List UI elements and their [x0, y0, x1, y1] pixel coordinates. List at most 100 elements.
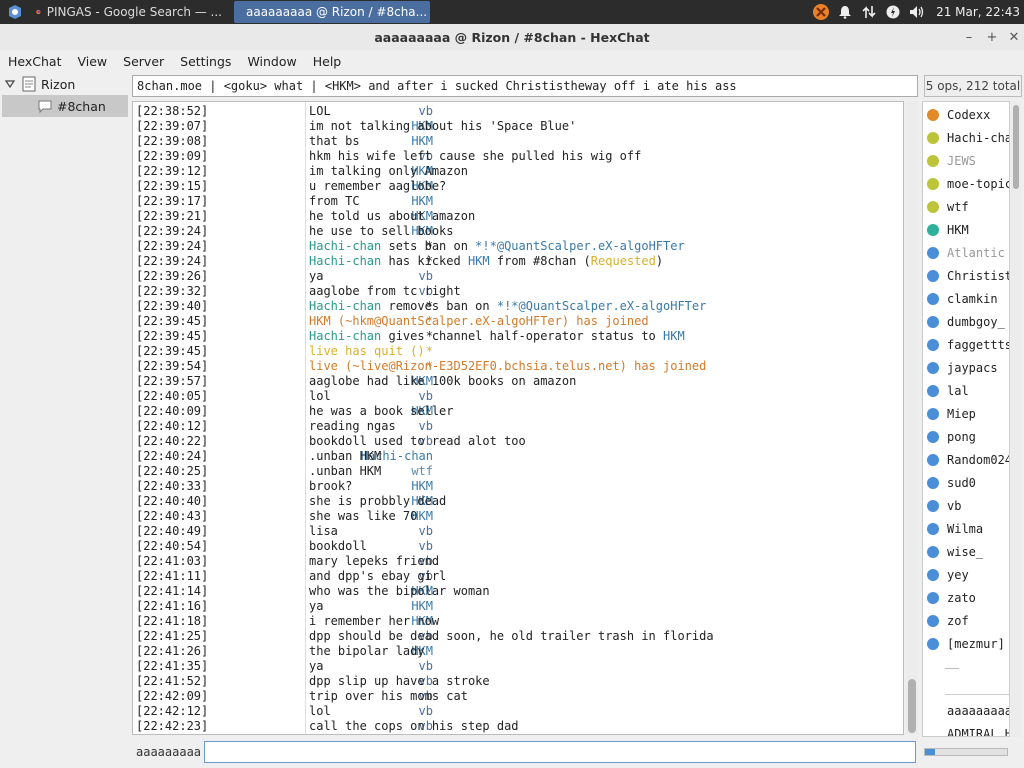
user-list-item[interactable]: clamkin	[923, 287, 1009, 310]
user-list-item[interactable]: zof	[923, 609, 1009, 632]
timestamp: [22:40:24]	[136, 449, 209, 463]
user-nick: JEWS	[947, 153, 976, 168]
userlist-scrollbar[interactable]	[1011, 101, 1021, 737]
user-status-icon	[927, 200, 939, 213]
user-nick: Christist	[947, 268, 1009, 283]
nick[interactable]: vb	[419, 104, 433, 119]
task-firefox[interactable]: PINGAS - Google Search — ...	[30, 1, 228, 23]
chat-scrollbar[interactable]	[906, 101, 918, 735]
timestamp: [22:41:14]	[136, 584, 209, 598]
timestamp: [22:39:24]	[136, 254, 209, 268]
tree-network-label: Rizon	[41, 76, 76, 92]
user-status-icon	[927, 591, 939, 604]
minimize-button[interactable]: –	[958, 24, 980, 50]
nick[interactable]: HKM	[411, 479, 433, 494]
userlist-scrollbar-thumb[interactable]	[1013, 105, 1019, 189]
user-list-item[interactable]: moe-topic	[923, 172, 1009, 195]
chat-line: [22:40:40] HKM she is probbly dead	[133, 494, 903, 509]
user-list-item[interactable]: Wilma	[923, 517, 1009, 540]
user-list-item[interactable]: zato	[923, 586, 1009, 609]
nick[interactable]: HKM	[411, 194, 433, 209]
chat-line: [22:39:26] vb ya	[133, 269, 903, 284]
nick[interactable]: HKM	[411, 599, 433, 614]
user-list-item[interactable]: jaypacs	[923, 356, 1009, 379]
user-list-item[interactable]: wtf	[923, 195, 1009, 218]
message-input[interactable]	[204, 741, 916, 763]
close-button[interactable]: ✕	[1003, 24, 1024, 50]
user-list-item[interactable]: yey	[923, 563, 1009, 586]
menu-help[interactable]: Help	[305, 54, 350, 69]
menu-server[interactable]: Server	[115, 54, 172, 69]
window-titlebar[interactable]: aaaaaaaaa @ Rizon / #8chan - HexChat – +…	[0, 24, 1024, 50]
userlist-button[interactable]: ADMIRAL_H	[947, 727, 1009, 736]
task-hexchat[interactable]: aaaaaaaaa @ Rizon / #8cha...	[234, 1, 430, 23]
user-list-item[interactable]: JEWS	[923, 149, 1009, 172]
nick[interactable]: vb	[419, 269, 433, 284]
clock[interactable]: 21 Mar, 22:43	[936, 5, 1020, 19]
menu-settings[interactable]: Settings	[172, 54, 239, 69]
chat-line: [22:38:52] vb LOL	[133, 104, 903, 119]
bell-icon[interactable]	[836, 3, 854, 21]
user-list[interactable]: Codexx Hachi-cha JEWS moe-topic wtf HKM Atlant…	[922, 101, 1010, 737]
user-status-icon	[927, 338, 939, 351]
nick[interactable]: vb	[419, 539, 433, 554]
timestamp: [22:40:09]	[136, 404, 209, 418]
chat-line: [22:40:49] vb lisa	[133, 524, 903, 539]
power-icon[interactable]	[884, 3, 902, 21]
nick-button[interactable]: aaaaaaaaa	[132, 741, 204, 763]
hexchat-tray-icon[interactable]	[812, 3, 830, 21]
nick[interactable]: vb	[419, 389, 433, 404]
user-list-item[interactable]: pong	[923, 425, 1009, 448]
nick[interactable]: HKM	[411, 134, 433, 149]
menu-view[interactable]: View	[69, 54, 115, 69]
timestamp: [22:40:40]	[136, 494, 209, 508]
nick[interactable]: vb	[419, 419, 433, 434]
user-list-item[interactable]: dumbgoy_	[923, 310, 1009, 333]
nick[interactable]: vb	[419, 524, 433, 539]
topic-bar[interactable]: 8chan.moe | <goku> what | <HKM> and afte…	[132, 75, 918, 97]
user-list-item[interactable]: vb	[923, 494, 1009, 517]
user-list-item[interactable]: [mezmur]	[923, 632, 1009, 655]
message-text: she is probbly dead	[309, 494, 447, 508]
taskbar: PINGAS - Google Search — ... aaaaaaaaa @…	[0, 0, 1024, 24]
chat-line: [22:39:40] * Hachi-chan removes ban on *!*…	[133, 299, 903, 314]
tree-network-rizon[interactable]: Rizon	[2, 73, 128, 95]
system-tray: 21 Mar, 22:43	[812, 0, 1024, 24]
maximize-button[interactable]: +	[981, 24, 1003, 50]
network-icon[interactable]	[860, 3, 878, 21]
user-list-item[interactable]: sud0	[923, 471, 1009, 494]
nick[interactable]: vb	[419, 659, 433, 674]
nick[interactable]: vb	[419, 704, 433, 719]
user-list-item[interactable]: Random024	[923, 448, 1009, 471]
user-list-item[interactable]: Atlantic	[923, 241, 1009, 264]
message-text: bookdoll used to read alot too	[309, 434, 526, 448]
menu-window[interactable]: Window	[239, 54, 304, 69]
volume-icon[interactable]	[908, 3, 926, 21]
user-list-item[interactable]: Miep	[923, 402, 1009, 425]
app-menu-icon[interactable]	[0, 0, 30, 24]
chat-scrollbar-thumb[interactable]	[908, 679, 916, 733]
user-status-icon	[927, 108, 939, 121]
tree-channel-8chan[interactable]: #8chan	[2, 95, 128, 117]
user-list-item[interactable]: lal	[923, 379, 1009, 402]
user-list-item[interactable]: Hachi-cha	[923, 126, 1009, 149]
nick[interactable]: wtf	[411, 464, 433, 479]
user-list-item[interactable]: faggettts	[923, 333, 1009, 356]
user-nick: clamkin	[947, 291, 998, 306]
user-list-item[interactable]: HKM	[923, 218, 1009, 241]
user-nick: yey	[947, 567, 969, 582]
chat-line: [22:39:07] HKM im not talking about his 'S…	[133, 119, 903, 134]
message-text: .unban HKM	[309, 464, 382, 478]
chat-buffer[interactable]: [22:38:52] vb LOL [22:39:07] HKM im not talki…	[132, 101, 904, 735]
user-list-item[interactable]: Christist	[923, 264, 1009, 287]
user-list-item[interactable]: Codexx	[923, 103, 1009, 126]
timestamp: [22:40:22]	[136, 434, 209, 448]
collapse-arrow-icon[interactable]	[4, 78, 16, 90]
user-list-item[interactable]: wise_	[923, 540, 1009, 563]
menu-hexchat[interactable]: HexChat	[0, 54, 69, 69]
nick[interactable]: *	[426, 344, 433, 359]
timestamp: [22:39:07]	[136, 119, 209, 133]
message-fragment: has kicked	[381, 254, 468, 268]
timestamp: [22:40:25]	[136, 464, 209, 478]
userlist-button[interactable]: aaaaaaaaa	[947, 704, 1009, 718]
